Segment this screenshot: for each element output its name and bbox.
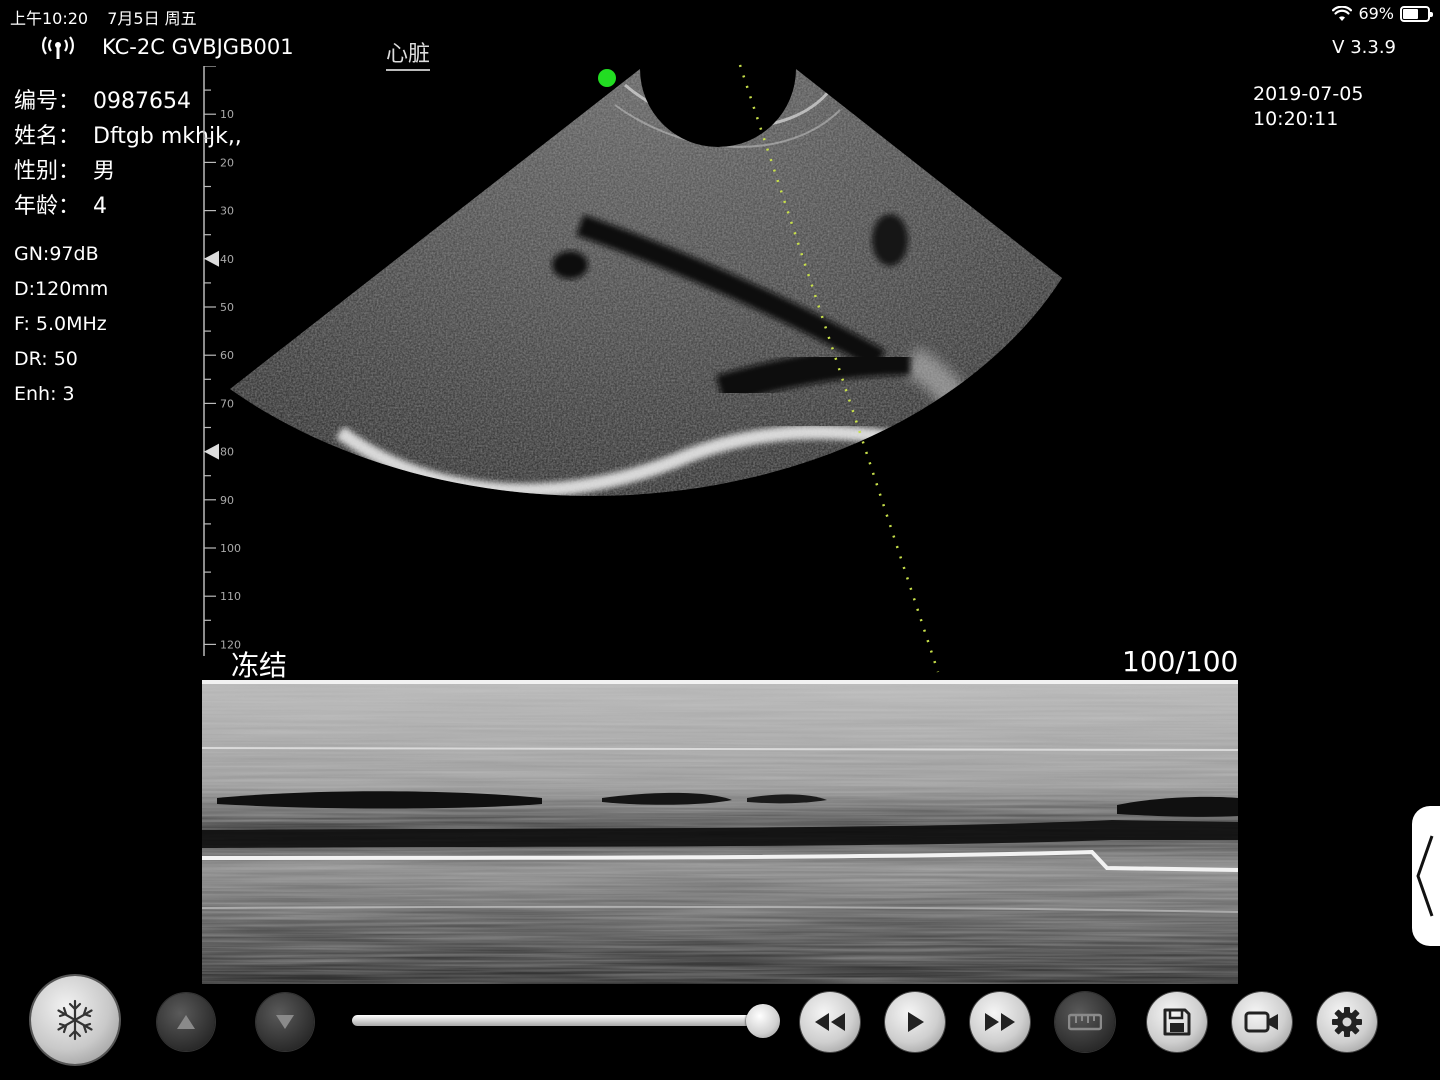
battery-fill (1403, 8, 1418, 19)
bmode-image[interactable] (230, 60, 1110, 680)
focus-marker[interactable] (204, 443, 219, 460)
status-date: 7月5日 周五 (107, 9, 197, 28)
freeze-button[interactable] (31, 976, 119, 1064)
status-time: 上午10:20 (10, 9, 89, 28)
cine-slider-knob[interactable] (746, 1004, 780, 1038)
patient-id-label: 编号： (14, 89, 81, 114)
param-depth: D:120mm (14, 278, 109, 300)
video-camera-icon (1244, 1011, 1278, 1033)
play-icon (908, 1012, 924, 1032)
save-icon (1163, 1008, 1191, 1036)
ruler-label: 30 (220, 205, 234, 218)
ruler-label: 90 (220, 494, 234, 507)
ruler-icon (1068, 1013, 1102, 1031)
freeze-status-label: 冻结 (231, 649, 288, 682)
device-id: KC-2C GVBJGB001 (102, 35, 294, 59)
rewind-icon (815, 1013, 845, 1031)
gain-up-button[interactable] (157, 993, 215, 1051)
mmode-image[interactable] (202, 680, 1238, 984)
probe-orientation-marker (598, 69, 616, 87)
fast-forward-button[interactable] (970, 992, 1030, 1052)
triangle-down-icon (276, 1015, 294, 1029)
ruler-label: 40 (220, 253, 234, 266)
fast-forward-icon (985, 1013, 1015, 1031)
ruler-label: 110 (220, 590, 241, 603)
cine-playback-slider[interactable] (352, 1015, 766, 1026)
gear-icon (1332, 1007, 1362, 1037)
ruler-label: 20 (220, 156, 234, 169)
ruler-label: 80 (220, 446, 234, 459)
exam-datetime: 2019-07-05 10:20:11 (1253, 82, 1363, 132)
ruler-label: 100 (220, 542, 241, 555)
imaging-parameters: GN:97dB D:120mm F: 5.0MHz DR: 50 Enh: 3 (14, 237, 108, 412)
frame-counter: 100/100 (1122, 645, 1239, 678)
param-gain: GN:97dB (14, 243, 99, 265)
patient-sex-value: 男 (93, 159, 116, 184)
depth-ruler: 102030405060708090100110120 (203, 66, 241, 656)
battery-percent: 69% (1358, 4, 1394, 23)
battery-icon (1400, 5, 1433, 22)
gain-down-button[interactable] (256, 993, 314, 1051)
status-bar-left: 上午10:20 7月5日 周五 (10, 5, 211, 29)
param-enhance: Enh: 3 (14, 383, 75, 405)
wifi-icon (1332, 5, 1353, 21)
patient-sex-label: 性别： (14, 159, 81, 184)
param-dynamic-range: DR: 50 (14, 348, 78, 370)
ruler-label: 70 (220, 397, 234, 410)
patient-id-value: 0987654 (93, 89, 191, 114)
play-button[interactable] (885, 992, 945, 1052)
settings-button[interactable] (1317, 992, 1377, 1052)
ruler-label: 10 (220, 108, 234, 121)
wireless-signal-icon (42, 36, 74, 59)
app-version: V 3.3.9 (1332, 37, 1396, 58)
measure-button[interactable] (1055, 992, 1115, 1052)
snowflake-icon (57, 999, 93, 1041)
status-bar-right: 69% (1332, 4, 1433, 23)
param-frequency: F: 5.0MHz (14, 313, 107, 335)
patient-name-label: 姓名： (14, 124, 81, 149)
patient-age-label: 年龄： (14, 194, 81, 219)
ruler-label: 50 (220, 301, 234, 314)
save-button[interactable] (1147, 992, 1207, 1052)
record-video-button[interactable] (1232, 992, 1292, 1052)
side-panel-handle[interactable] (1412, 806, 1440, 946)
exam-time: 10:20:11 (1253, 108, 1339, 130)
chevron-left-icon (1416, 835, 1434, 917)
ruler-label: 60 (220, 349, 234, 362)
patient-age-value: 4 (93, 194, 107, 219)
triangle-up-icon (177, 1015, 195, 1029)
focus-marker[interactable] (204, 250, 219, 267)
exam-date: 2019-07-05 (1253, 83, 1364, 105)
rewind-button[interactable] (800, 992, 860, 1052)
